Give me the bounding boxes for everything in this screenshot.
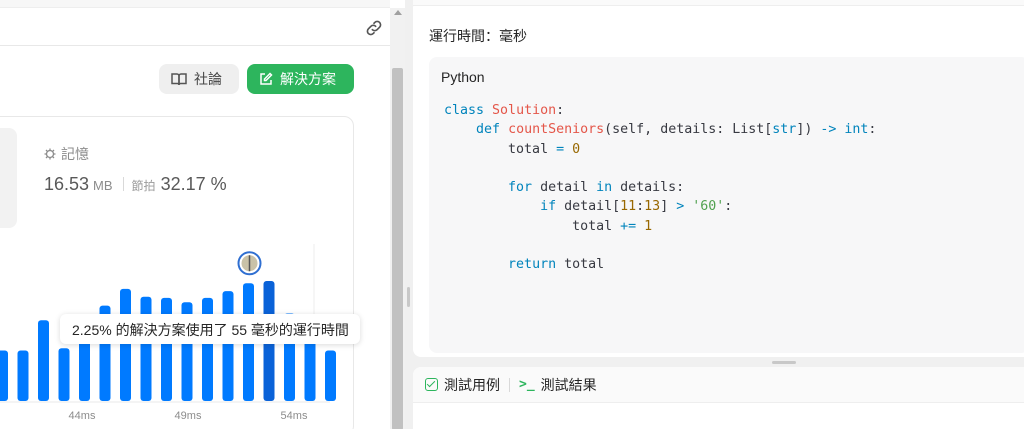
chart-bar[interactable] <box>222 291 234 401</box>
language-label: Python <box>441 69 485 85</box>
chart-bar[interactable] <box>38 320 49 401</box>
edit-icon <box>260 72 273 85</box>
runtime-text: 運行時間：毫秒 <box>429 28 527 44</box>
app-root: 社論 解決方案 記憶 16.53 MB 節拍 32.17 % 44ms 49ms 54ms… <box>0 0 1024 429</box>
beats-label: 節拍 <box>131 179 156 193</box>
vertical-splitter-handle[interactable] <box>407 287 410 307</box>
scroll-up-arrow-icon[interactable] <box>394 10 402 15</box>
test-tabs: 測試用例 >_ 測試結果 <box>413 367 1024 403</box>
solution-label: 解決方案 <box>280 71 336 87</box>
chart-x-tick: 44ms <box>69 410 96 422</box>
tab-test-cases-label: 測試用例 <box>444 376 500 393</box>
terminal-icon: >_ <box>519 377 535 392</box>
discuss-label: 社論 <box>194 71 222 87</box>
stat-divider <box>122 177 124 191</box>
panel-header-strip <box>0 0 390 8</box>
chart-bar[interactable] <box>120 288 131 401</box>
memory-stat: 16.53 MB 節拍 32.17 % <box>44 174 227 195</box>
chart-bar[interactable] <box>325 350 336 401</box>
checkbox-icon <box>425 378 438 391</box>
discuss-button[interactable]: 社論 <box>159 64 239 94</box>
chart-bar[interactable] <box>58 348 70 401</box>
memory-value: 16.53 <box>44 174 90 194</box>
submission-detail-panel: 社論 解決方案 記憶 16.53 MB 節拍 32.17 % 44ms 49ms 54ms… <box>0 0 405 429</box>
tab-divider <box>509 377 510 392</box>
memory-label: 記憶 <box>44 144 89 164</box>
post-solution-button[interactable]: 解決方案 <box>247 64 354 94</box>
your-submission-avatar[interactable] <box>237 251 262 276</box>
chart-x-tick: 54ms <box>281 410 308 422</box>
panel-toolbar <box>0 8 390 46</box>
chip-icon <box>44 148 56 160</box>
book-icon <box>171 73 187 86</box>
memory-label-text: 記憶 <box>61 146 89 162</box>
horizontal-splitter-handle[interactable] <box>772 361 796 364</box>
code-content: class Solution: def countSeniors(self, d… <box>444 103 877 273</box>
chart-bar[interactable] <box>17 350 29 401</box>
chart-tooltip: 2.25% 的解決方案使用了 55 毫秒的運行時間 <box>60 314 360 344</box>
beats-value: 32.17 % <box>160 174 227 194</box>
vertical-splitter[interactable] <box>405 0 413 429</box>
link-icon[interactable] <box>364 18 384 38</box>
scroll-thumb[interactable] <box>392 68 403 429</box>
tab-test-cases[interactable]: 測試用例 <box>425 375 500 395</box>
left-scrollbar[interactable] <box>390 8 405 429</box>
code-panel: 運行時間：毫秒 Python class Solution: def count… <box>413 0 1024 357</box>
tab-test-results[interactable]: >_ 測試結果 <box>519 375 597 395</box>
code-header-strip <box>413 0 1024 6</box>
memory-unit: MB <box>93 178 113 193</box>
chart-bar[interactable] <box>0 350 8 401</box>
test-panel: 測試用例 >_ 測試結果 <box>413 367 1024 429</box>
chart-bar[interactable] <box>79 335 90 401</box>
code-block: Python class Solution: def countSeniors(… <box>429 57 1024 353</box>
tab-test-results-label: 測試結果 <box>540 376 597 393</box>
chart-bar[interactable] <box>140 296 152 401</box>
runtime-stat-tab[interactable] <box>0 128 17 228</box>
chart-x-tick: 49ms <box>175 410 202 422</box>
